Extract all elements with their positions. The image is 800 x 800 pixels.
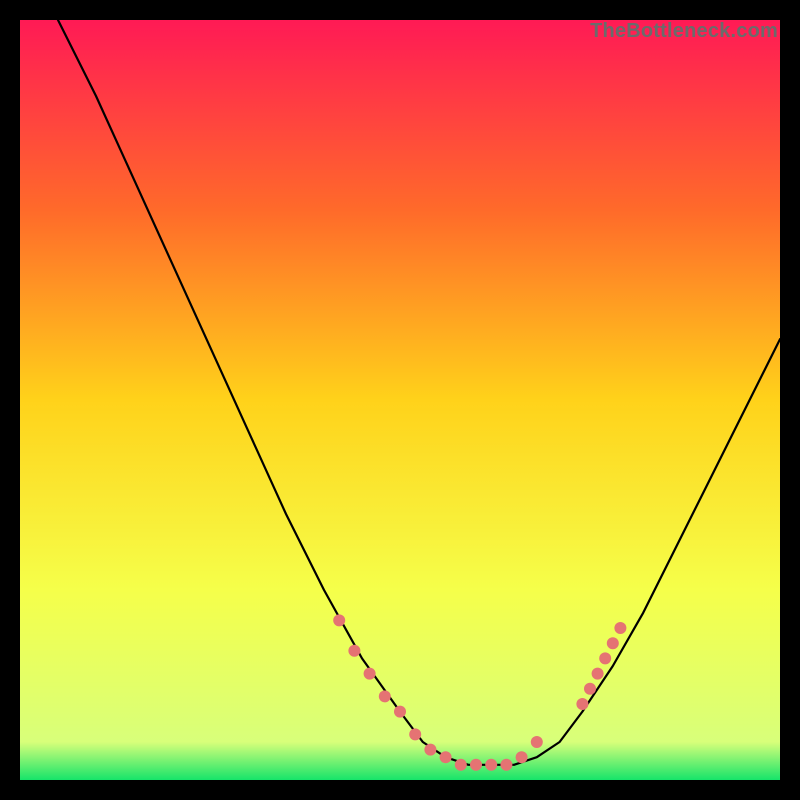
bead-marker (348, 645, 360, 657)
bead-marker (455, 759, 467, 771)
bead-marker (531, 736, 543, 748)
bottleneck-chart (20, 20, 780, 780)
watermark-text: TheBottleneck.com (590, 20, 778, 43)
bead-marker (364, 668, 376, 680)
bead-marker (409, 728, 421, 740)
bead-marker (592, 668, 604, 680)
bead-marker (599, 652, 611, 664)
bead-marker (584, 683, 596, 695)
chart-frame: TheBottleneck.com (20, 20, 780, 780)
bead-marker (576, 698, 588, 710)
bead-marker (500, 759, 512, 771)
bead-marker (394, 706, 406, 718)
bead-marker (516, 751, 528, 763)
bead-marker (470, 759, 482, 771)
bead-marker (424, 744, 436, 756)
bead-marker (379, 690, 391, 702)
bead-marker (440, 751, 452, 763)
bead-marker (485, 759, 497, 771)
bead-marker (333, 614, 345, 626)
bead-marker (607, 637, 619, 649)
gradient-bg (20, 20, 780, 780)
bead-marker (614, 622, 626, 634)
